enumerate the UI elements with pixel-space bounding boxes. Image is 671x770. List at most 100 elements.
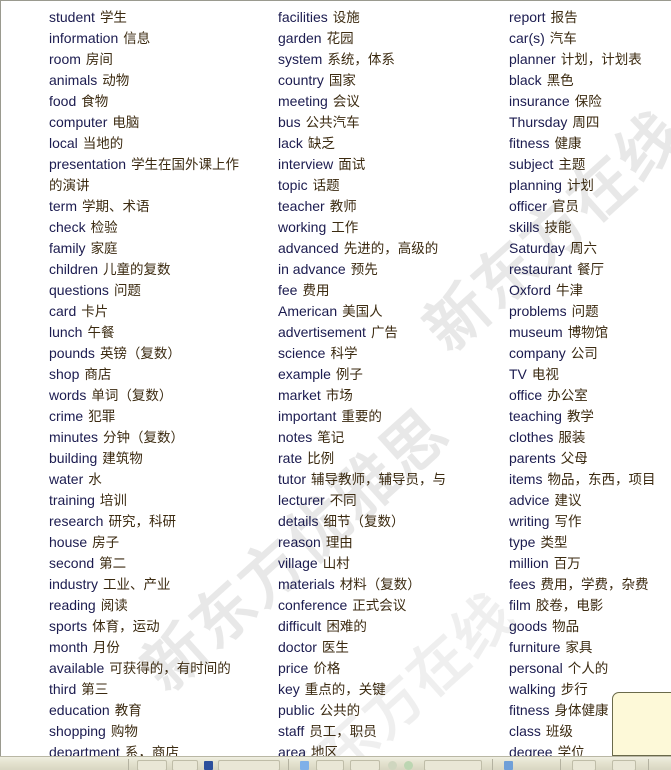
vocabulary-gloss: 科学 — [330, 346, 358, 362]
vocabulary-term: price — [278, 660, 309, 676]
vocabulary-gloss: 写作 — [554, 514, 582, 530]
vocabulary-entry: advertisement 广告 — [278, 322, 500, 343]
vocabulary-entry: problems 问题 — [509, 301, 671, 322]
vocabulary-gloss: 家庭 — [90, 241, 118, 257]
vocabulary-entry: shopping 购物 — [49, 721, 269, 742]
vocabulary-gloss: 黑色 — [546, 73, 574, 89]
vocabulary-gloss: 不同 — [329, 493, 357, 509]
taskbar-app-icon[interactable] — [300, 761, 309, 770]
taskbar-tray-icon[interactable] — [404, 761, 413, 770]
vocabulary-entry: lack 缺乏 — [278, 133, 500, 154]
vocabulary-gloss: 理由 — [325, 535, 353, 551]
taskbar-button[interactable] — [572, 760, 596, 770]
vocabulary-term: teaching — [509, 408, 562, 424]
vocabulary-gloss: 物品 — [552, 619, 580, 635]
vocabulary-gloss: 学生 — [99, 10, 127, 26]
vocabulary-entry: example 例子 — [278, 364, 500, 385]
vocabulary-gloss: 午餐 — [87, 325, 115, 341]
vocabulary-entry: items 物品，东西，项目 — [509, 469, 671, 490]
vocabulary-entry: museum 博物馆 — [509, 322, 671, 343]
vocabulary-term: doctor — [278, 639, 317, 655]
vocabulary-gloss: 百万 — [553, 556, 581, 572]
vocabulary-term: sports — [49, 618, 88, 634]
vocabulary-entry: topic 话题 — [278, 175, 500, 196]
taskbar[interactable] — [0, 756, 671, 770]
yellow-tooltip-popup[interactable] — [612, 692, 671, 756]
vocabulary-entry: education 教育 — [49, 700, 269, 721]
vocabulary-term: office — [509, 387, 543, 403]
vocabulary-gloss: 检验 — [90, 220, 118, 236]
vocabulary-columns: student 学生 information 信息 room 房间 animals 动物 foo… — [1, 1, 671, 756]
vocabulary-entry: Oxford 牛津 — [509, 280, 671, 301]
vocabulary-term: second — [49, 555, 95, 571]
vocabulary-entry: information 信息 — [49, 28, 269, 49]
vocabulary-term: fees — [509, 576, 536, 592]
taskbar-button[interactable] — [172, 760, 198, 770]
vocabulary-entry: staff 员工，职员 — [278, 721, 500, 742]
vocabulary-entry: black 黑色 — [509, 70, 671, 91]
vocabulary-term: skills — [509, 219, 540, 235]
vocabulary-term: food — [49, 93, 77, 109]
vocabulary-term: Saturday — [509, 240, 566, 256]
vocabulary-term: fitness — [509, 702, 550, 718]
vocabulary-term: staff — [278, 723, 305, 739]
taskbar-button[interactable] — [137, 760, 167, 770]
vocabulary-term: department — [49, 744, 120, 756]
vocabulary-entry: questions 问题 — [49, 280, 269, 301]
vocabulary-entry: science 科学 — [278, 343, 500, 364]
vocabulary-gloss: 报告 — [550, 10, 578, 26]
vocabulary-term: class — [509, 723, 541, 739]
vocabulary-term: degree — [509, 744, 553, 756]
vocabulary-term: key — [278, 681, 300, 697]
vocabulary-gloss: 汽车 — [549, 31, 577, 47]
taskbar-tray-icon[interactable] — [504, 761, 513, 770]
vocabulary-gloss: 餐厅 — [577, 262, 605, 278]
vocabulary-gloss: 建议 — [554, 493, 582, 509]
vocabulary-entry: Thursday 周四 — [509, 112, 671, 133]
vocabulary-entry: restaurant 餐厅 — [509, 259, 671, 280]
vocabulary-term: card — [49, 303, 77, 319]
vocabulary-entry: personal 个人的 — [509, 658, 671, 679]
vocabulary-gloss: 面试 — [338, 157, 366, 173]
taskbar-button[interactable] — [612, 760, 636, 770]
vocabulary-gloss: 员工，职员 — [309, 724, 377, 740]
vocabulary-entry: training 培训 — [49, 490, 269, 511]
vocabulary-gloss: 第二 — [99, 556, 127, 572]
vocabulary-term: officer — [509, 198, 547, 214]
vocabulary-gloss: 官员 — [551, 199, 579, 215]
vocabulary-term: computer — [49, 114, 108, 130]
vocabulary-gloss: 公共汽车 — [305, 115, 360, 131]
vocabulary-entry: working 工作 — [278, 217, 500, 238]
vocabulary-entry: building 建筑物 — [49, 448, 269, 469]
vocabulary-entry: lunch 午餐 — [49, 322, 269, 343]
vocabulary-term: teacher — [278, 198, 325, 214]
vocabulary-entry: parents 父母 — [509, 448, 671, 469]
vocabulary-gloss: 英镑（复数） — [99, 346, 181, 362]
vocabulary-entry: minutes 分钟（复数） — [49, 427, 269, 448]
vocabulary-term: restaurant — [509, 261, 573, 277]
taskbar-app-icon[interactable] — [204, 761, 213, 770]
vocabulary-entry: teacher 教师 — [278, 196, 500, 217]
vocabulary-term: pounds — [49, 345, 95, 361]
vocabulary-gloss: 山村 — [322, 556, 350, 572]
vocabulary-entry: available 可获得的，有时间的 — [49, 658, 269, 679]
vocabulary-entry: country 国家 — [278, 70, 500, 91]
vocabulary-gloss: 先进的，高级的 — [343, 241, 439, 257]
taskbar-button[interactable] — [316, 760, 344, 770]
vocabulary-term: tutor — [278, 471, 307, 487]
vocabulary-term: meeting — [278, 93, 328, 109]
taskbar-tray-icon[interactable] — [388, 761, 397, 770]
taskbar-button[interactable] — [350, 760, 380, 770]
vocabulary-term: term — [49, 198, 77, 214]
vocabulary-term: example — [278, 366, 331, 382]
vocabulary-term: animals — [49, 72, 98, 88]
vocabulary-gloss: 费用，学费，杂费 — [540, 577, 649, 593]
vocabulary-entry: furniture 家具 — [509, 637, 671, 658]
vocabulary-term: fitness — [509, 135, 550, 151]
taskbar-button[interactable] — [424, 760, 482, 770]
vocabulary-entry: Saturday 周六 — [509, 238, 671, 259]
vocabulary-term: crime — [49, 408, 84, 424]
vocabulary-gloss: 当地的 — [82, 136, 124, 152]
taskbar-button[interactable] — [218, 760, 280, 770]
vocabulary-term: house — [49, 534, 88, 550]
